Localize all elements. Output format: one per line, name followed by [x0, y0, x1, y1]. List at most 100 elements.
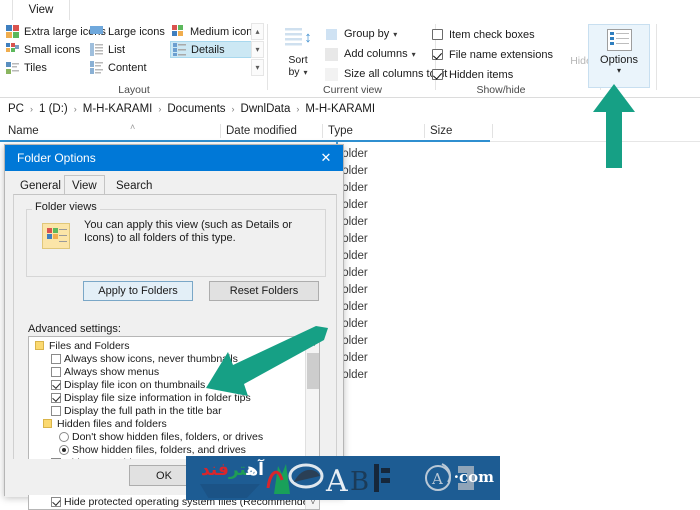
arrow-pointing-to-options-button — [585, 82, 643, 170]
column-divider[interactable] — [492, 124, 493, 138]
checkbox-box[interactable] — [51, 497, 61, 507]
tab-view[interactable]: View — [12, 0, 70, 20]
column-header-date-modified[interactable]: Date modified — [226, 120, 297, 142]
checkbox-label: File name extensions — [449, 49, 553, 61]
column-header-size[interactable]: Size — [430, 120, 452, 142]
radio-dont-show-hidden-files[interactable]: Don't show hidden files, folders, or dri… — [29, 430, 320, 443]
reset-folders-button[interactable]: Reset Folders — [209, 281, 319, 301]
layout-scroll-up-button[interactable]: ▴ — [251, 23, 264, 40]
layout-option-tiles[interactable]: Tiles — [4, 59, 53, 76]
group-separator — [267, 24, 268, 90]
sort-by-icon: ↕ — [285, 26, 311, 52]
add-columns-button[interactable]: Add columns ▾ — [325, 45, 416, 63]
chevron-down-icon: ▾ — [412, 50, 416, 59]
list-item-label: Always show menus — [64, 366, 159, 378]
radio-button[interactable] — [59, 432, 69, 442]
watermark-domain-suffix: ·com — [454, 468, 494, 486]
ribbon-group-show-hide: Item check boxes File name extensions Hi… — [437, 20, 583, 98]
breadcrumb-separator-icon: › — [158, 104, 161, 114]
breadcrumb-item-drive[interactable]: 1 (D:) — [39, 103, 68, 115]
layout-option-large-icons[interactable]: Large icons — [88, 23, 171, 40]
breadcrumb-item-documents[interactable]: Documents — [167, 103, 225, 115]
add-columns-label: Add columns — [344, 48, 408, 60]
ribbon-group-label-show-hide: Show/hide — [437, 84, 565, 96]
arrow-pointing-to-show-hidden-files-radio — [196, 326, 330, 402]
breadcrumb-separator-icon: › — [232, 104, 235, 114]
checkbox-box[interactable] — [51, 406, 61, 416]
medium-icons-icon — [172, 25, 185, 38]
chevron-down-icon: ▾ — [393, 30, 397, 39]
apply-to-folders-button[interactable]: Apply to Folders — [83, 281, 193, 301]
layout-scroll-down-button[interactable]: ▾ — [251, 41, 264, 58]
breadcrumb-item-pc[interactable]: PC — [8, 103, 24, 115]
list-item-label: Show hidden files, folders, and drives — [72, 444, 246, 456]
content-icon — [90, 61, 103, 74]
layout-option-label: Small icons — [24, 44, 80, 56]
layout-option-list[interactable]: List — [88, 41, 131, 58]
sort-by-button[interactable]: ↕ Sort by ▾ — [277, 24, 319, 86]
breadcrumb-item-dwnldata[interactable]: DwnlData — [241, 103, 291, 115]
dialog-title-bar[interactable]: Folder Options ✕ — [5, 145, 343, 171]
sort-ascending-icon: ˄ — [130, 122, 135, 132]
column-divider[interactable] — [424, 124, 425, 138]
column-header-name[interactable]: Name — [8, 120, 39, 142]
column-divider[interactable] — [322, 124, 323, 138]
layout-option-label: Content — [108, 62, 147, 74]
tab-general[interactable]: General — [13, 177, 68, 195]
close-icon[interactable]: ✕ — [309, 145, 343, 171]
group-by-icon — [325, 28, 338, 41]
ribbon-group-current-view: ↕ Sort by▾ Group by ▾ Add columns ▾ Size… — [269, 20, 436, 98]
checkbox-box[interactable] — [51, 393, 61, 403]
options-button[interactable]: Options ▾ — [588, 24, 650, 88]
radio-show-hidden-files[interactable]: Show hidden files, folders, and drives — [29, 443, 320, 456]
dialog-tab-strip: General View Search — [13, 177, 337, 195]
watermark-logos: A B — [264, 458, 424, 498]
checkbox-item-check-boxes[interactable]: Item check boxes — [432, 26, 535, 43]
chevron-down-icon: ▾ — [304, 68, 308, 77]
layout-option-label: Tiles — [24, 62, 47, 74]
options-icon — [607, 29, 632, 51]
layout-option-label: List — [108, 44, 125, 56]
column-divider[interactable] — [220, 124, 221, 138]
watermark-text-part3: فند — [201, 460, 229, 480]
radio-button[interactable] — [59, 445, 69, 455]
ribbon-group-label-layout: Layout — [0, 84, 268, 96]
group-by-label: Group by — [344, 28, 389, 40]
list-top-divider — [0, 140, 490, 142]
breadcrumb-item-user[interactable]: M-H-KARAMI — [83, 103, 153, 115]
checkbox-box[interactable] — [51, 367, 61, 377]
checkbox-label: Item check boxes — [449, 29, 535, 41]
list-item-label: Display file icon on thumbnails — [64, 379, 205, 391]
checkbox-file-name-extensions[interactable]: File name extensions — [432, 46, 553, 63]
checkbox-box[interactable] — [51, 380, 61, 390]
list-item-display-full-path[interactable]: Display the full path in the title bar — [29, 404, 320, 417]
layout-option-details[interactable]: Details — [170, 41, 255, 58]
size-all-columns-button[interactable]: Size all columns to fit — [325, 65, 447, 83]
checkbox-hidden-items[interactable]: Hidden items — [432, 66, 513, 83]
add-columns-icon — [325, 48, 338, 61]
layout-option-medium-icons[interactable]: Medium icons — [170, 23, 264, 40]
layout-option-label: Large icons — [108, 26, 165, 38]
group-by-button[interactable]: Group by ▾ — [325, 25, 397, 43]
folder-views-description: You can apply this view (such as Details… — [84, 219, 312, 245]
sort-by-line1: Sort — [288, 54, 307, 66]
sort-by-line2: by — [288, 66, 299, 78]
tab-view[interactable]: View — [64, 175, 105, 196]
details-icon — [173, 43, 186, 56]
sort-by-label: Sort by ▾ — [288, 54, 307, 79]
layout-option-small-icons[interactable]: Small icons — [4, 41, 86, 58]
extra-large-icons-icon — [6, 25, 19, 38]
breadcrumb-separator-icon: › — [296, 104, 299, 114]
list-item-label: Display the full path in the title bar — [64, 405, 222, 417]
checkbox-box — [432, 49, 443, 60]
tab-search[interactable]: Search — [109, 177, 159, 195]
ribbon-group-layout: Extra large icons Small icons Tiles Larg… — [0, 20, 268, 98]
list-item-hidden-files-and-folders[interactable]: Hidden files and folders — [29, 417, 320, 430]
checkbox-box[interactable] — [51, 354, 61, 364]
breadcrumb-item-current[interactable]: M-H-KARAMI — [305, 103, 375, 115]
layout-more-button[interactable]: ▾ — [251, 59, 264, 76]
size-columns-icon — [325, 68, 338, 81]
layout-option-content[interactable]: Content — [88, 59, 153, 76]
advanced-settings-label: Advanced settings: — [28, 323, 121, 335]
column-header-type[interactable]: Type — [328, 120, 353, 142]
